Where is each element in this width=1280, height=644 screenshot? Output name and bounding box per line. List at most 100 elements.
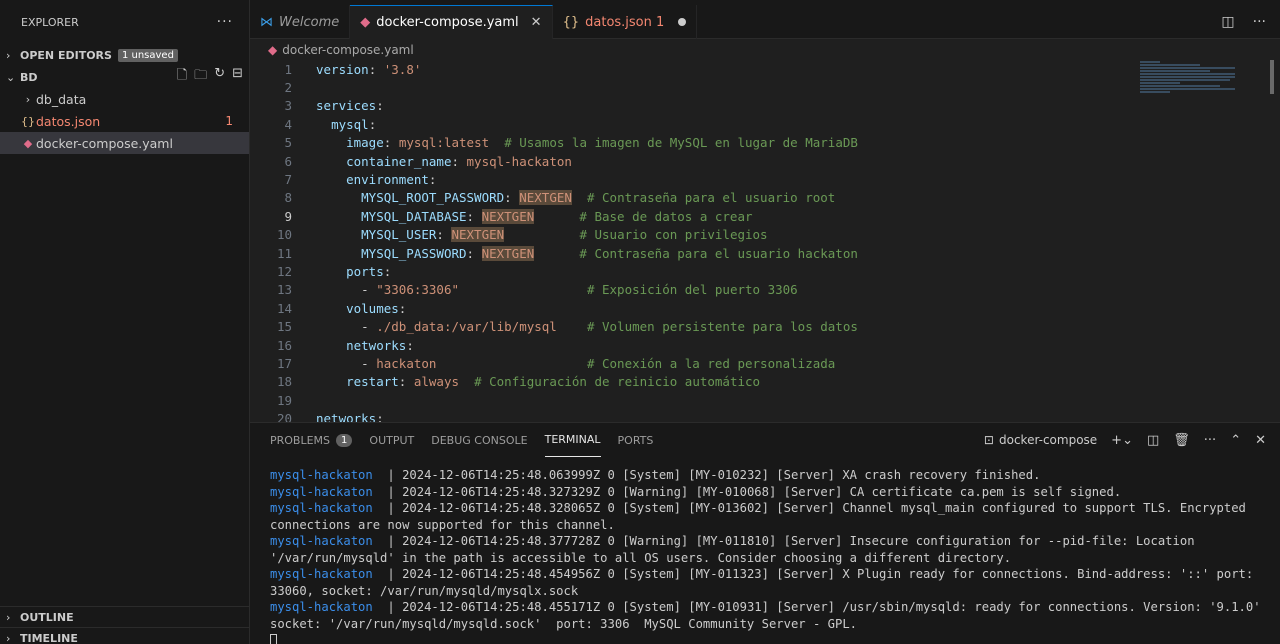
code-line[interactable]: 18 restart: always # Configuración de re… (250, 373, 1280, 391)
tree-item-docker-compose[interactable]: ◆ docker-compose.yaml (0, 132, 249, 154)
code-text: networks: (292, 411, 384, 422)
code-token: always (413, 374, 460, 390)
chevron-down-icon: ⌄ (6, 70, 16, 84)
code-line[interactable]: 12 ports: (250, 262, 1280, 280)
code-line[interactable]: 17 - hackaton # Conexión a la red person… (250, 354, 1280, 372)
new-file-icon[interactable]: 🗋 (177, 66, 187, 88)
code-token: - (316, 355, 377, 371)
terminal-output[interactable]: mysql-hackaton | 2024-12-06T14:25:48.063… (250, 457, 1270, 644)
vscode-window: EXPLORER ··· › OPEN EDITORS 1 unsaved ⌄ … (0, 0, 1280, 644)
line-number: 4 (284, 116, 292, 132)
log-message: | 2024-12-06T14:25:48.455171Z 0 [System]… (270, 600, 1276, 631)
code-line[interactable]: 16 networks: (250, 336, 1280, 354)
tab-problems[interactable]: PROBLEMS 1 (270, 423, 353, 457)
code-line[interactable]: 9 MYSQL_DATABASE: NEXTGEN # Base de dato… (250, 207, 1280, 225)
code-token: image (346, 135, 384, 151)
explorer-header: EXPLORER ··· (0, 0, 249, 44)
code-line[interactable]: 13 - "3306:3306" # Exposición del puerto… (250, 281, 1280, 299)
code-token: : (368, 61, 384, 77)
code-token: : (368, 116, 377, 132)
terminal-line: mysql-hackaton | 2024-12-06T14:25:48.328… (270, 500, 1270, 533)
close-panel-icon[interactable]: ✕ (1255, 433, 1266, 448)
more-actions-icon[interactable]: ··· (217, 14, 233, 30)
code-text: version: '3.8' (292, 62, 421, 77)
outline-section[interactable]: › OUTLINE (0, 606, 250, 628)
tab-ports[interactable]: PORTS (618, 423, 654, 457)
code-line[interactable]: 15 - ./db_data:/var/lib/mysql # Volumen … (250, 317, 1280, 335)
minimap[interactable] (1140, 60, 1250, 120)
terminal-cursor (270, 633, 277, 644)
timeline-section[interactable]: › TIMELINE (0, 627, 250, 644)
service-name: mysql-hackaton (270, 468, 388, 482)
tab-debug-console[interactable]: DEBUG CONSOLE (431, 423, 527, 457)
tab-terminal[interactable]: TERMINAL (544, 423, 601, 457)
code-text: volumes: (292, 301, 406, 316)
new-folder-icon[interactable]: 🗀 (194, 66, 207, 88)
line-number: 1 (284, 61, 292, 77)
close-icon[interactable]: ✕ (531, 15, 542, 30)
code-token: networks (316, 411, 377, 422)
code-token: "3306:3306" (376, 282, 460, 298)
code-token: NEXTGEN (519, 190, 572, 206)
more-actions-icon[interactable]: ··· (1204, 433, 1216, 448)
split-terminal-icon[interactable]: ◫ (1147, 433, 1159, 448)
code-line[interactable]: 1 version: '3.8' (250, 60, 1280, 78)
code-line[interactable]: 3 services: (250, 97, 1280, 115)
code-token: mysql (331, 116, 369, 132)
collapse-all-icon[interactable]: ⊟ (232, 66, 243, 88)
code-line[interactable]: 7 environment: (250, 170, 1280, 188)
split-editor-icon[interactable]: ◫ (1221, 14, 1234, 30)
code-token: services (316, 98, 377, 114)
breadcrumb[interactable]: ◆ docker-compose.yaml (250, 40, 414, 60)
code-token: mysql:latest (398, 135, 490, 151)
tab-welcome[interactable]: ⋈ Welcome (250, 5, 351, 39)
line-number: 14 (276, 300, 292, 316)
code-line[interactable]: 19 (250, 391, 1280, 409)
new-terminal-icon[interactable]: +⌄ (1111, 433, 1133, 448)
refresh-icon[interactable]: ↻ (214, 66, 225, 88)
more-actions-icon[interactable]: ··· (1253, 14, 1266, 30)
log-message: | 2024-12-06T14:25:48.327329Z 0 [Warning… (387, 484, 1122, 499)
terminal-selector[interactable]: ⊡ docker-compose (984, 433, 1097, 447)
code-line[interactable]: 6 container_name: mysql-hackaton (250, 152, 1280, 170)
terminal-name: docker-compose (998, 433, 1098, 447)
code-token: : (376, 411, 384, 422)
code-line[interactable]: 2 (250, 78, 1280, 96)
code-line[interactable]: 14 volumes: (250, 299, 1280, 317)
code-line[interactable]: 8 MYSQL_ROOT_PASSWORD: NEXTGEN # Contras… (250, 189, 1280, 207)
code-editor[interactable]: 1 version: '3.8' 2 3 services: 4 mysql: 5 imag… (250, 60, 1280, 422)
code-line[interactable]: 11 MYSQL_PASSWORD: NEXTGEN # Contraseña … (250, 244, 1280, 262)
code-token: MYSQL_PASSWORD (361, 245, 467, 261)
code-line[interactable]: 10 MYSQL_USER: NEXTGEN # Usuario con pri… (250, 226, 1280, 244)
code-line[interactable]: 5 image: mysql:latest # Usamos la imagen… (250, 134, 1280, 152)
code-token: hackaton (376, 355, 437, 371)
service-name: mysql-hackaton (270, 600, 388, 614)
open-editors-section[interactable]: › OPEN EDITORS 1 unsaved (0, 44, 249, 66)
line-number: 18 (276, 374, 292, 390)
tree-item-datos-json[interactable]: {} datos.json 1 (0, 110, 249, 132)
code-token: : (504, 190, 520, 206)
docker-icon: ◆ (23, 136, 33, 150)
tab-datos-json[interactable]: {} datos.json 1 (553, 5, 698, 39)
trash-icon[interactable]: 🗑 (1173, 433, 1190, 448)
code-line[interactable]: 20 networks: (250, 409, 1280, 422)
code-token: : (466, 208, 482, 224)
unsaved-dot-icon[interactable] (678, 18, 687, 26)
tab-output[interactable]: OUTPUT (369, 423, 414, 457)
tab-docker-compose[interactable]: ◆ docker-compose.yaml ✕ (350, 5, 553, 39)
vertical-scrollbar[interactable] (1270, 60, 1274, 94)
folder-section[interactable]: ⌄ BD 🗋 🗀 ↻ ⊟ (0, 66, 249, 88)
tree-item-db-data[interactable]: › db_data (0, 88, 249, 110)
code-line[interactable]: 4 mysql: (250, 115, 1280, 133)
code-token: container_name (346, 153, 452, 169)
line-number: 12 (276, 263, 292, 279)
tab-label: datos.json 1 (585, 14, 665, 30)
code-text: environment: (292, 172, 436, 187)
maximize-panel-icon[interactable]: ⌃ (1230, 433, 1241, 448)
code-token: # Contraseña para el usuario root (586, 190, 836, 206)
